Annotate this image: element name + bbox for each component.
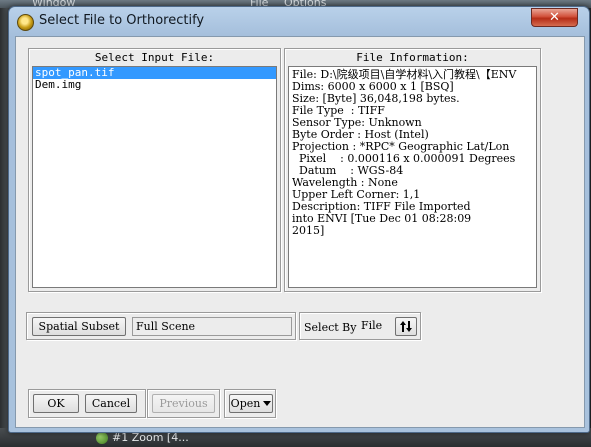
ok-button[interactable]: OK (33, 394, 79, 413)
envi-window-icon (96, 431, 108, 444)
list-item-dem[interactable]: Dem.img (33, 79, 276, 91)
open-group: Open (224, 389, 276, 418)
select-by-label: Select By (304, 321, 357, 334)
select-by-group: Select By File (299, 312, 421, 340)
file-info-line: 2015] (292, 224, 325, 237)
sort-arrows-glyph (400, 321, 412, 332)
open-button-label: Open (230, 397, 261, 410)
window-title: Select File to Orthorectify (39, 13, 205, 28)
envi-app-icon (17, 14, 34, 31)
open-menu-button[interactable]: Open (229, 394, 273, 413)
input-file-list[interactable]: spot_pan.tif Dem.img (32, 66, 277, 288)
input-file-panel-title: Select Input File: (94, 51, 215, 64)
close-button[interactable]: ✕ (531, 8, 578, 27)
select-by-value: File (361, 319, 383, 332)
input-file-panel: Select Input File: spot_pan.tif Dem.img (28, 48, 281, 292)
spatial-subset-button[interactable]: Spatial Subset (32, 317, 126, 336)
file-info-panel: File Information: File: D:\院级项目\自学材料\入门教… (284, 48, 541, 292)
subset-value-field: Full Scene (132, 317, 292, 336)
file-info-text: File: D:\院级项目\自学材料\入门教程\【ENV Dims: 6000 x… (288, 66, 537, 288)
select-file-dialog: Select File to Orthorectify ✕ Select Inp… (8, 6, 590, 433)
previous-button[interactable]: Previous (152, 394, 215, 413)
ok-cancel-group: OK Cancel (28, 389, 146, 418)
previous-group: Previous (147, 389, 220, 418)
title-bar[interactable]: Select File to Orthorectify ✕ (9, 7, 589, 35)
file-info-line: into ENVI [Tue Dec 01 08:28:09 (292, 212, 472, 225)
cancel-button[interactable]: Cancel (85, 394, 137, 413)
sort-arrows-icon[interactable] (395, 317, 417, 336)
chevron-down-icon (263, 400, 272, 406)
spatial-subset-group: Spatial Subset Full Scene (26, 312, 296, 340)
dialog-client-area: Select Input File: spot_pan.tif Dem.img … (15, 36, 585, 428)
file-info-panel-title: File Information: (356, 51, 469, 64)
